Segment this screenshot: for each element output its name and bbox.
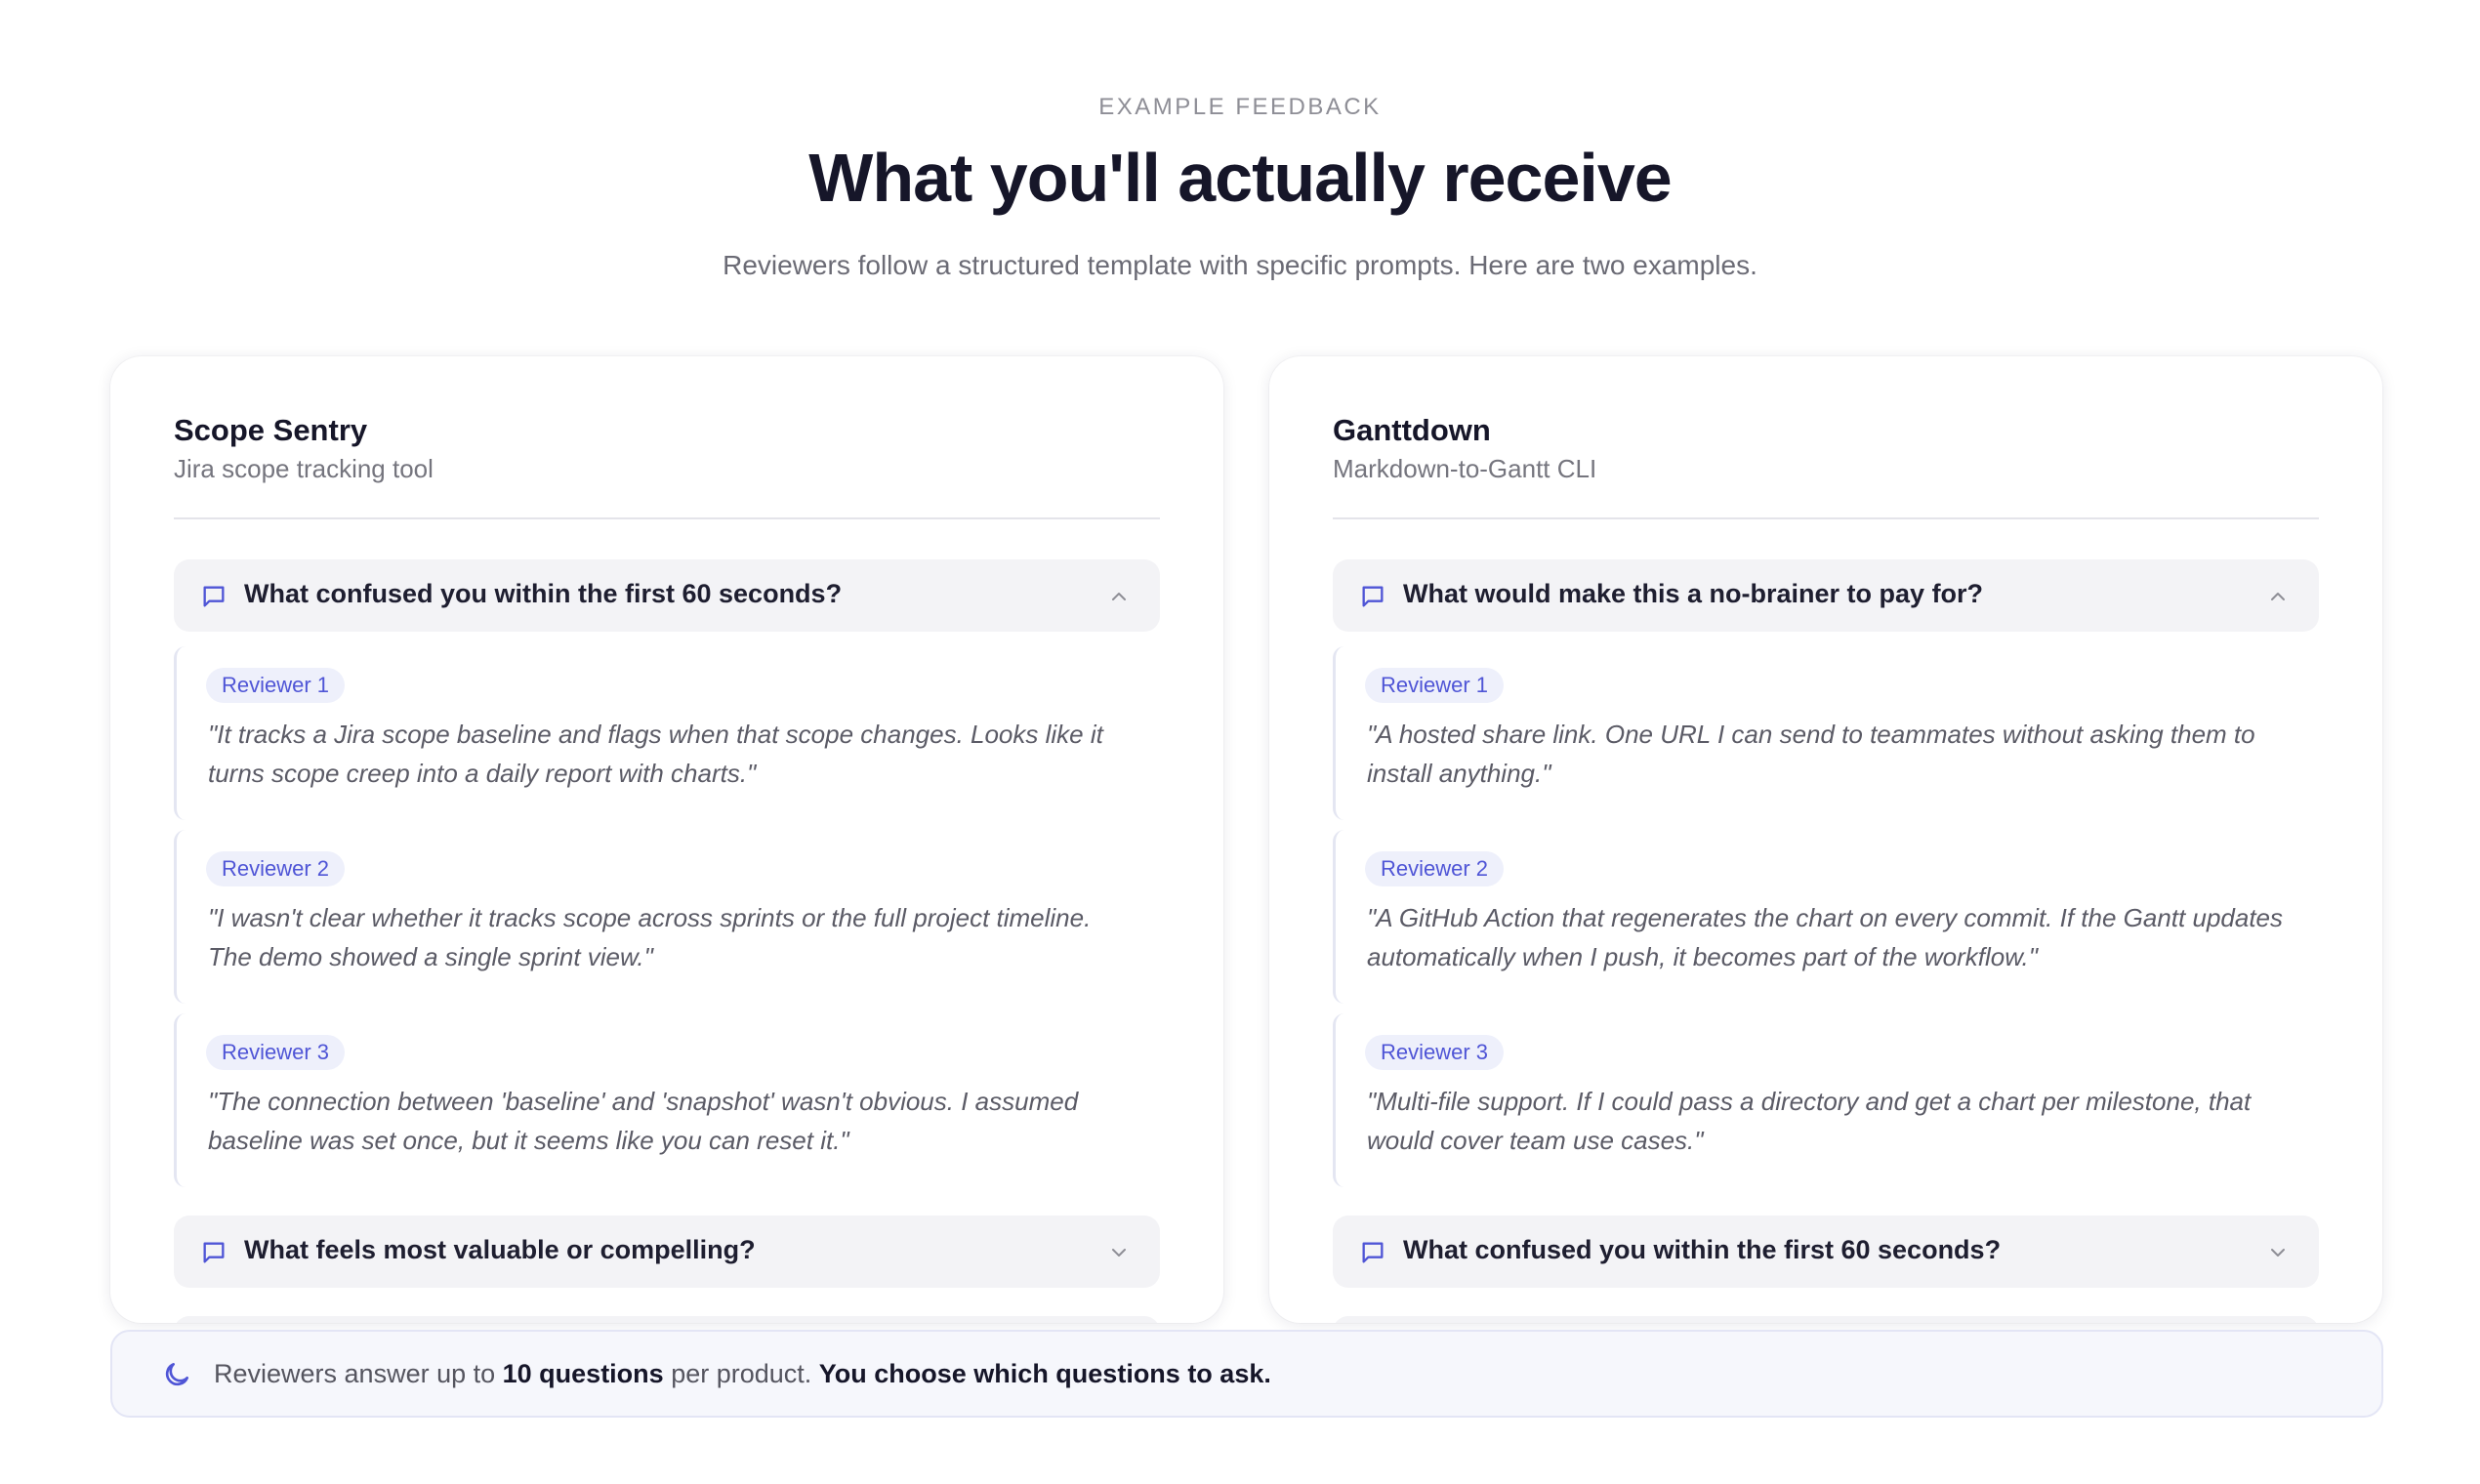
divider xyxy=(174,517,1160,519)
reviewer-badge: Reviewer 2 xyxy=(206,851,346,886)
message-square-icon xyxy=(1362,1242,1384,1263)
page-title: What you'll actually receive xyxy=(808,140,1672,216)
question-accordion-header[interactable]: What confused you within the first 60 se… xyxy=(1333,1216,2319,1288)
product-name: Scope Sentry xyxy=(174,413,368,447)
footer-text-part: Reviewers answer up to xyxy=(214,1359,503,1388)
question-text: What confused you within the first 60 se… xyxy=(244,579,843,608)
reviewer-answer: Reviewer 1 "It tracks a Jira scope basel… xyxy=(174,646,1160,820)
chevron-down-icon xyxy=(2271,1249,2285,1257)
product-description: Markdown-to-Gantt CLI xyxy=(1333,454,1597,483)
question-text: What would make this a no-brainer to pay… xyxy=(1403,579,1984,608)
reviewer-badge: Reviewer 2 xyxy=(1365,851,1505,886)
reviewer-badge: Reviewer 3 xyxy=(206,1035,346,1070)
footer-bold-choice: You choose which questions to ask. xyxy=(818,1359,1271,1388)
question-text: What feels most valuable or compelling? xyxy=(244,1235,756,1264)
reviewer-quote: "It tracks a Jira scope baseline and fla… xyxy=(208,720,1103,788)
reviewer-quote: "The connection between 'baseline' and '… xyxy=(208,1087,1079,1155)
moon-icon xyxy=(165,1363,188,1386)
question-accordion-header[interactable]: What feels most valuable or compelling? xyxy=(174,1216,1160,1288)
reviewer-quote: "A GitHub Action that regenerates the ch… xyxy=(1367,903,2284,971)
reviewer-badge: Reviewer 1 xyxy=(206,668,346,703)
divider xyxy=(1333,517,2319,519)
question-accordion-header[interactable]: What confused you within the first 60 se… xyxy=(174,559,1160,632)
footer-bold-count: 10 questions xyxy=(502,1359,664,1388)
chevron-up-icon xyxy=(1112,593,1126,600)
reviewer-quote: "A hosted share link. One URL I can send… xyxy=(1367,720,2255,788)
feedback-card-ganttdown: Ganttdown Markdown-to-Gantt CLI What wou… xyxy=(1269,356,2382,1323)
reviewer-quote: "I wasn't clear whether it tracks scope … xyxy=(208,903,1092,971)
message-square-icon xyxy=(203,1242,225,1263)
message-square-icon xyxy=(203,586,225,607)
chevron-down-icon xyxy=(1112,1249,1126,1257)
reviewer-quote: "Multi-file support. If I could pass a d… xyxy=(1367,1087,2252,1155)
reviewer-answer: Reviewer 3 "Multi-file support. If I cou… xyxy=(1333,1013,2319,1187)
product-description: Jira scope tracking tool xyxy=(174,454,434,483)
footer-text-part: per product. xyxy=(663,1359,819,1388)
message-square-icon xyxy=(1362,586,1384,607)
question-accordion-header-partial[interactable] xyxy=(174,1316,1160,1323)
reviewer-answer: Reviewer 1 "A hosted share link. One URL… xyxy=(1333,646,2319,820)
reviewer-badge: Reviewer 1 xyxy=(1365,668,1505,703)
question-text: What confused you within the first 60 se… xyxy=(1403,1235,2002,1264)
page-subtitle: Reviewers follow a structured template w… xyxy=(723,250,1757,280)
reviewer-answer: Reviewer 2 "A GitHub Action that regener… xyxy=(1333,830,2319,1004)
reviewer-answer: Reviewer 2 "I wasn't clear whether it tr… xyxy=(174,830,1160,1004)
question-accordion-header-partial[interactable] xyxy=(1333,1316,2319,1323)
info-banner: Reviewers answer up to 10 questions per … xyxy=(110,1330,2383,1418)
chevron-up-icon xyxy=(2271,593,2285,600)
reviewer-answer: Reviewer 3 "The connection between 'base… xyxy=(174,1013,1160,1187)
reviewer-badge: Reviewer 3 xyxy=(1365,1035,1505,1070)
section-eyebrow: EXAMPLE FEEDBACK xyxy=(1098,94,1382,120)
info-banner-text: Reviewers answer up to 10 questions per … xyxy=(214,1359,1271,1389)
feedback-card-scope-sentry: Scope Sentry Jira scope tracking tool Wh… xyxy=(110,356,1223,1323)
page: EXAMPLE FEEDBACK What you'll actually re… xyxy=(0,0,2480,1484)
question-accordion-header[interactable]: What would make this a no-brainer to pay… xyxy=(1333,559,2319,632)
product-name: Ganttdown xyxy=(1333,413,1491,447)
